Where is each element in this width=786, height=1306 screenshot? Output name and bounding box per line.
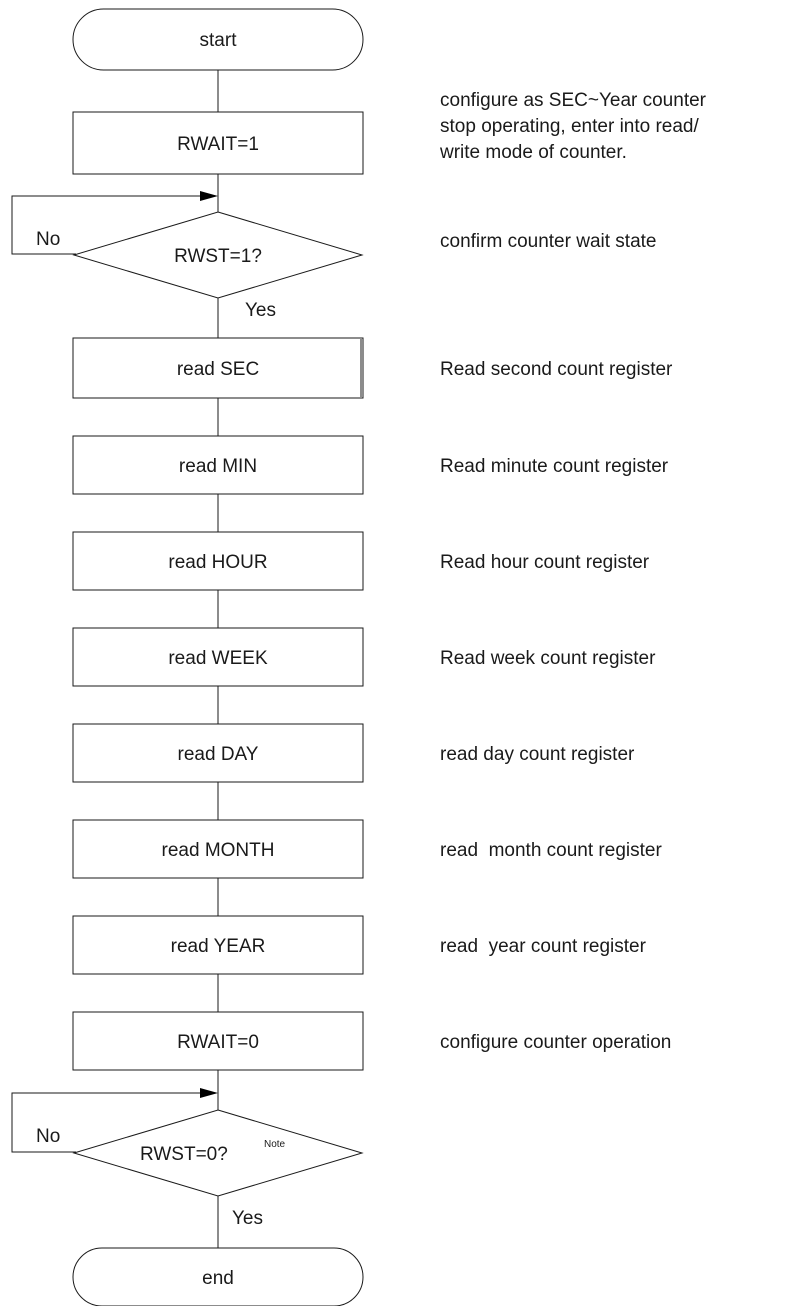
step-read-min: read MIN — [72, 435, 364, 495]
end-terminator: end — [72, 1247, 364, 1306]
desc-read-year: read year count register — [440, 936, 647, 957]
desc-read-day: read day count register — [440, 744, 635, 765]
descriptions: configure as SEC~Year counter stop opera… — [439, 90, 707, 1053]
step-read-day: read DAY — [72, 723, 364, 783]
desc-rwait-clear: configure counter operation — [440, 1032, 671, 1053]
decision-rwst0: RWST=0? Note — [72, 1109, 364, 1197]
step-label: RWAIT=0 — [177, 1032, 259, 1053]
arrow-head-icon — [200, 1088, 218, 1098]
start-terminator: start — [72, 8, 364, 71]
desc-read-week: Read week count register — [440, 648, 656, 669]
desc-rwait-set-line3: write mode of counter. — [439, 142, 627, 163]
step-label: read HOUR — [168, 552, 267, 573]
decision-label: RWST=1? — [174, 246, 262, 267]
decision-rwst1: RWST=1? — [72, 211, 364, 299]
step-label: read DAY — [178, 744, 259, 765]
branch-no-label: No — [36, 1126, 60, 1147]
note-superscript: Note — [264, 1139, 286, 1150]
step-label: read YEAR — [171, 936, 266, 957]
step-read-week: read WEEK — [72, 627, 364, 687]
desc-rwait-set-line2: stop operating, enter into read/ — [440, 116, 700, 137]
step-read-sec: read SEC — [72, 337, 364, 399]
start-label: start — [200, 30, 238, 51]
branch-yes-label: Yes — [245, 300, 276, 321]
branch-no-label: No — [36, 229, 60, 250]
desc-read-month: read month count register — [440, 840, 662, 861]
step-rwait-set: RWAIT=1 — [72, 111, 364, 175]
desc-read-hour: Read hour count register — [440, 552, 650, 573]
desc-read-sec: Read second count register — [440, 359, 673, 380]
step-label: read MONTH — [162, 840, 275, 861]
step-read-year: read YEAR — [72, 915, 364, 975]
branch-yes-label: Yes — [232, 1208, 263, 1229]
end-label: end — [202, 1268, 234, 1289]
decision-label: RWST=0? — [140, 1144, 228, 1165]
arrow-head-icon — [200, 191, 218, 201]
desc-read-min: Read minute count register — [440, 456, 669, 477]
step-read-month: read MONTH — [72, 819, 364, 879]
step-label: read SEC — [177, 359, 259, 380]
step-read-hour: read HOUR — [72, 531, 364, 591]
step-rwait-clear: RWAIT=0 — [72, 1011, 364, 1071]
desc-check-rwst1: confirm counter wait state — [440, 231, 656, 252]
step-label: RWAIT=1 — [177, 134, 259, 155]
step-label: read MIN — [179, 456, 257, 477]
step-label: read WEEK — [168, 648, 268, 669]
desc-rwait-set-line1: configure as SEC~Year counter — [440, 90, 707, 111]
flowchart: start RWAIT=1 RWST=1? No Yes read SEC re… — [11, 8, 707, 1306]
